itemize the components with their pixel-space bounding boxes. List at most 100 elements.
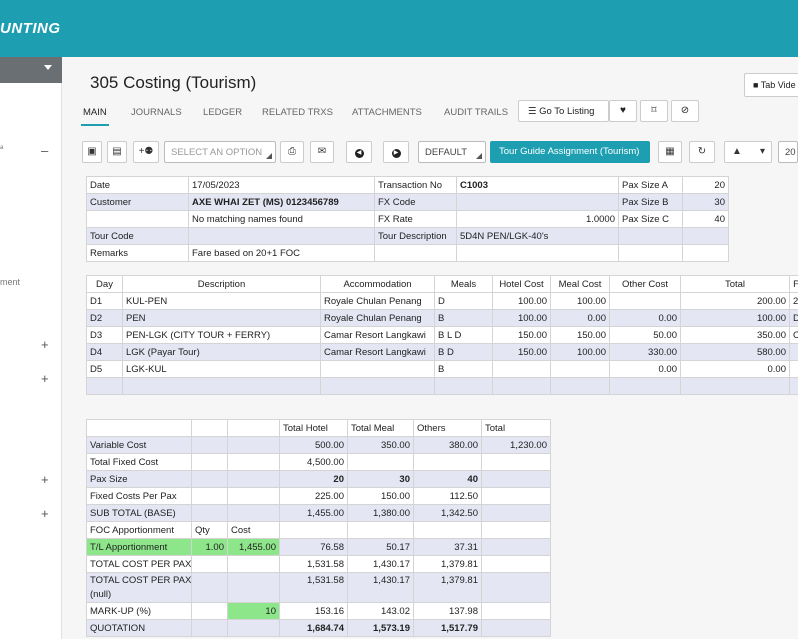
total-meal-cell: 350.00 xyxy=(347,436,414,454)
new-document-button[interactable]: ▤ xyxy=(107,141,127,163)
qty-field[interactable]: 1.00 xyxy=(191,538,228,556)
meals-cell[interactable]: B L D xyxy=(434,326,493,344)
markup-field[interactable]: 10 xyxy=(227,602,280,620)
meal-cost-cell[interactable] xyxy=(550,360,610,378)
tab-ledger[interactable]: LEDGER xyxy=(203,107,242,118)
print-button[interactable]: ⎙ xyxy=(280,141,304,163)
total-cell: 1,230.00 xyxy=(481,436,551,454)
meal-cost-cell[interactable]: 100.00 xyxy=(550,343,610,361)
tab-attachments[interactable]: ATTACHMENTS xyxy=(352,107,422,118)
pax-size-a-label: Pax Size A xyxy=(618,176,683,194)
table-row[interactable]: D3 PEN-LGK (CITY TOUR + FERRY) Camar Res… xyxy=(86,326,798,344)
next-button[interactable]: ▶ xyxy=(383,141,409,163)
date-field[interactable]: 17/05/2023 xyxy=(188,176,375,194)
cost-field[interactable]: 1,455.00 xyxy=(227,538,280,556)
total-hotel-cell[interactable]: 4,500.00 xyxy=(279,453,348,471)
tab-video-button[interactable]: ■ Tab Vide xyxy=(744,73,798,97)
description-cell[interactable]: PEN xyxy=(122,309,321,327)
qty-cell xyxy=(191,470,228,488)
refresh-button[interactable]: ↻ xyxy=(689,141,715,163)
bookmark-button[interactable]: ⌑ xyxy=(640,100,668,122)
email-button[interactable]: ✉ xyxy=(310,141,334,163)
tour-guide-assignment-button[interactable]: Tour Guide Assignment (Tourism) xyxy=(490,141,650,163)
column-header: Meal Cost xyxy=(550,275,610,293)
meal-cost-cell[interactable]: 150.00 xyxy=(550,326,610,344)
table-row[interactable]: D4 LGK (Payar Tour) Camar Resort Langkaw… xyxy=(86,343,798,361)
customer-field[interactable]: AXE WHAI ZET (MS) 0123456789 xyxy=(188,193,375,211)
go-to-listing-button[interactable]: ☰ Go To Listing xyxy=(518,100,609,122)
other-cost-cell[interactable]: 50.00 xyxy=(609,326,681,344)
tab-main[interactable]: MAIN xyxy=(83,107,107,118)
total-cell: 100.00 xyxy=(680,309,790,327)
hotel-cost-cell[interactable]: 100.00 xyxy=(492,292,551,310)
accommodation-cell[interactable]: Camar Resort Langkawi xyxy=(320,326,435,344)
hotel-cost-cell[interactable]: 150.00 xyxy=(492,326,551,344)
expand-icon[interactable]: + xyxy=(41,506,49,521)
accommodation-cell[interactable]: Camar Resort Langkawi xyxy=(320,343,435,361)
table-row[interactable]: D5 LGK-KUL B 0.00 0.00 xyxy=(86,360,798,378)
tab-audit-trails[interactable]: AUDIT TRAILS xyxy=(444,107,508,118)
save-button[interactable]: ▣ xyxy=(82,141,102,163)
meal-cost-cell[interactable]: 100.00 xyxy=(550,292,610,310)
template-select-value: DEFAULT xyxy=(425,147,468,158)
tour-code-field[interactable] xyxy=(188,227,375,245)
total-cell xyxy=(481,453,551,471)
expand-icon[interactable]: + xyxy=(41,371,49,386)
hotel-cost-cell[interactable]: 150.00 xyxy=(492,343,551,361)
column-header: Hotel Cost xyxy=(492,275,551,293)
pax-size-b-field[interactable]: 30 xyxy=(682,193,729,211)
accommodation-cell[interactable]: Royale Chulan Penang xyxy=(320,309,435,327)
heart-icon: ♥ xyxy=(620,105,626,116)
sidebar-item-fragment[interactable]: ᵃ xyxy=(0,143,3,153)
pax-size-c-field[interactable]: 40 xyxy=(682,210,729,228)
fx-code-field[interactable] xyxy=(456,193,619,211)
tab-related-trxs[interactable]: RELATED TRXS xyxy=(262,107,333,118)
collapse-icon[interactable]: – xyxy=(41,143,48,158)
accommodation-cell[interactable]: Royale Chulan Penang xyxy=(320,292,435,310)
meals-cell[interactable]: B D xyxy=(434,343,493,361)
table-row: Pax Size 20 30 40 xyxy=(86,470,551,488)
table-row[interactable]: D1 KUL-PEN Royale Chulan Penang D 100.00… xyxy=(86,292,798,310)
report-button[interactable]: ▦ xyxy=(658,141,682,163)
tab-journals[interactable]: JOURNALS xyxy=(131,107,182,118)
alert-dropdown-button[interactable]: ▲ ▾ xyxy=(724,141,772,163)
description-cell[interactable]: KUL-PEN xyxy=(122,292,321,310)
other-cost-cell[interactable] xyxy=(609,292,681,310)
fx-rate-field[interactable]: 1.0000 xyxy=(456,210,619,228)
tour-description-field[interactable]: 5D4N PEN/LGK-40's xyxy=(456,227,619,245)
transaction-no-field[interactable]: C1003 xyxy=(456,176,619,194)
description-cell[interactable]: LGK-KUL xyxy=(122,360,321,378)
sidebar-item-label[interactable]: ment xyxy=(0,277,20,287)
meals-cell[interactable]: B xyxy=(434,309,493,327)
option-select[interactable]: SELECT AN OPTION xyxy=(164,141,276,163)
meals-cell[interactable]: D xyxy=(434,292,493,310)
cost-cell xyxy=(227,555,280,573)
description-cell[interactable]: LGK (Payar Tour) xyxy=(122,343,321,361)
column-header: Total Meal xyxy=(347,419,414,437)
remarks-field[interactable]: Fare based on 20+1 FOC xyxy=(188,244,375,262)
pax-size-a-field[interactable]: 20 xyxy=(682,176,729,194)
empty-cell xyxy=(86,210,189,228)
previous-button[interactable]: ◀ xyxy=(346,141,372,163)
expand-icon[interactable]: + xyxy=(41,337,49,352)
hotel-cost-cell[interactable]: 100.00 xyxy=(492,309,551,327)
template-select[interactable]: DEFAULT xyxy=(418,141,486,163)
hotel-cost-cell[interactable] xyxy=(492,360,551,378)
pin-off-button[interactable]: ⊘ xyxy=(671,100,699,122)
other-cost-cell[interactable]: 0.00 xyxy=(609,309,681,327)
other-cost-cell[interactable]: 0.00 xyxy=(609,360,681,378)
add-user-button[interactable]: +⚉ xyxy=(133,141,159,163)
expand-icon[interactable]: + xyxy=(41,472,49,487)
accommodation-cell[interactable] xyxy=(320,360,435,378)
favorite-button[interactable]: ♥ xyxy=(609,100,637,122)
empty-table-row[interactable] xyxy=(86,377,798,395)
meal-cost-cell[interactable]: 0.00 xyxy=(550,309,610,327)
sidebar-selector[interactable] xyxy=(0,57,62,83)
description-cell[interactable]: PEN-LGK (CITY TOUR + FERRY) xyxy=(122,326,321,344)
total-hotel-cell xyxy=(279,521,348,539)
chevron-down-icon: ▾ xyxy=(759,146,765,157)
other-cost-cell[interactable]: 330.00 xyxy=(609,343,681,361)
meals-cell[interactable]: B xyxy=(434,360,493,378)
page-size-select[interactable]: 20 xyxy=(778,141,798,163)
table-row[interactable]: D2 PEN Royale Chulan Penang B 100.00 0.0… xyxy=(86,309,798,327)
